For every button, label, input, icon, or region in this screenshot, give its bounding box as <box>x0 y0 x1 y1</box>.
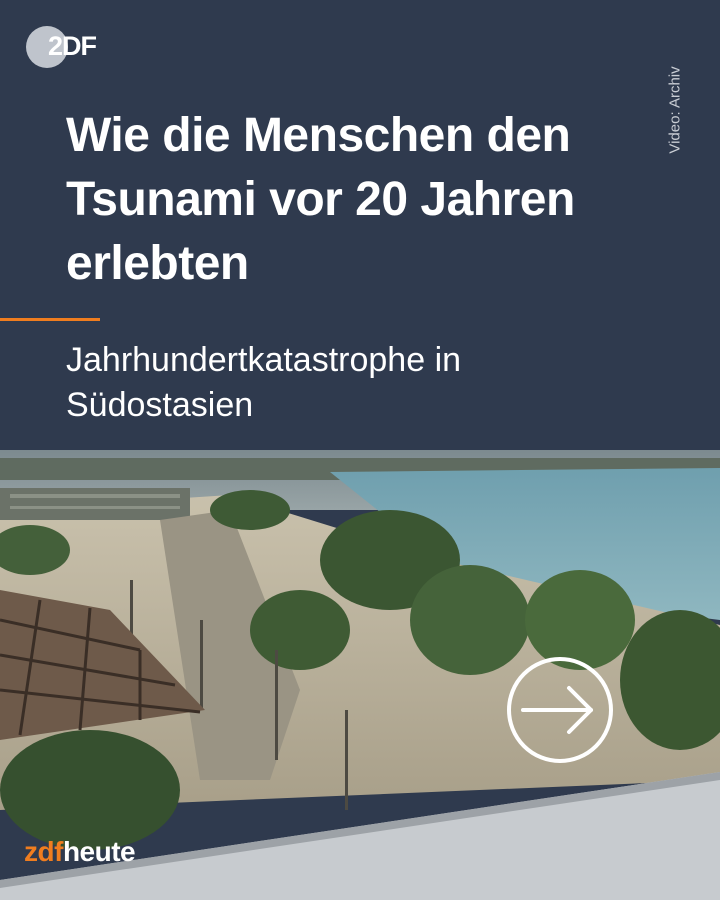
play-button[interactable] <box>507 657 613 763</box>
tree-cluster <box>210 490 290 530</box>
logo-text: 2DF <box>48 31 97 61</box>
arrow-right-circle-icon <box>521 686 593 734</box>
accent-line <box>0 318 100 321</box>
subheadline: Jahrhundertkatastrophe in Südostasien <box>66 341 462 424</box>
brand-zdf: zdf <box>24 836 63 867</box>
building-row <box>0 488 190 520</box>
zdfheute-logo: zdfheute <box>24 836 136 876</box>
post-card: 2DF Video: Archiv Wie die Menschen den T… <box>0 0 720 900</box>
zdf-logo: 2DF <box>26 26 110 68</box>
header-panel: 2DF Video: Archiv Wie die Menschen den T… <box>0 0 720 450</box>
video-credit: Video: Archiv <box>666 66 684 154</box>
headline: Wie die Menschen den Tsunami vor 20 Jahr… <box>66 109 575 290</box>
tsunami-photo <box>0 450 720 900</box>
brand-heute: heute <box>62 836 136 867</box>
